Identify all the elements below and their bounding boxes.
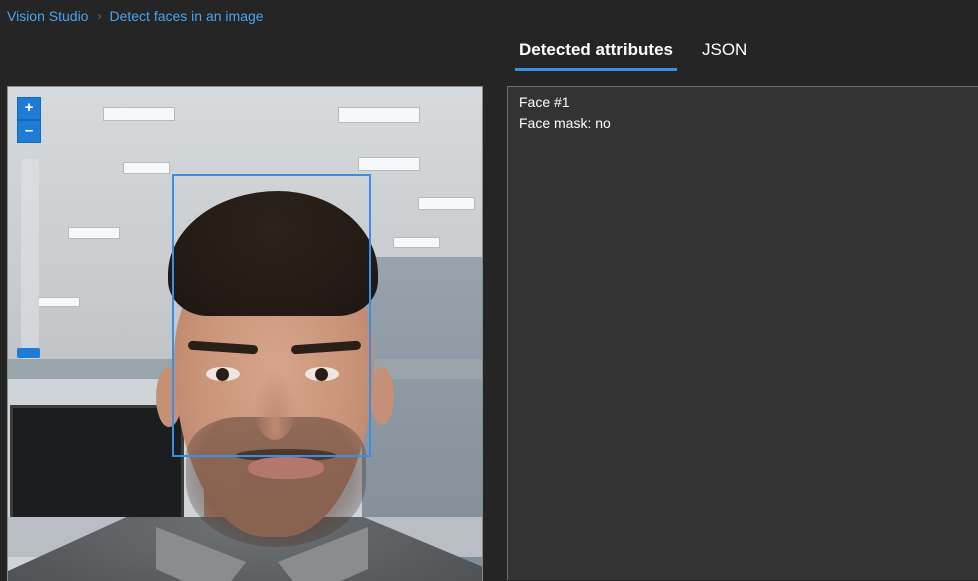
ceiling-light [338, 107, 420, 123]
ear [370, 367, 394, 425]
breadcrumb-link-vision-studio[interactable]: Vision Studio [7, 8, 88, 24]
breadcrumb-link-detect-faces[interactable]: Detect faces in an image [109, 8, 263, 24]
tab-detected-attributes[interactable]: Detected attributes [515, 38, 677, 71]
detected-attributes-panel: Face #1 Face mask: no [507, 86, 978, 580]
ceiling-light [358, 157, 420, 171]
breadcrumb: Vision Studio › Detect faces in an image [7, 8, 264, 24]
face-mask-attribute: Face mask: no [519, 115, 611, 131]
result-tabs: Detected attributes JSON [515, 38, 751, 71]
face-bounding-box[interactable] [172, 174, 371, 457]
zoom-in-button[interactable]: + [17, 97, 41, 120]
ceiling-light [393, 237, 440, 248]
tab-json[interactable]: JSON [698, 38, 751, 68]
chevron-right-icon: › [97, 9, 102, 23]
zoom-out-button[interactable]: – [17, 120, 41, 143]
image-viewer[interactable]: + – [7, 86, 483, 581]
ceiling-light [38, 297, 80, 307]
zoom-slider-track[interactable] [21, 159, 39, 359]
monitor [10, 405, 184, 529]
ceiling-light [418, 197, 475, 210]
ceiling-light [123, 162, 170, 174]
lips [248, 457, 324, 479]
ceiling-light [68, 227, 120, 239]
face-title: Face #1 [519, 94, 570, 110]
ceiling-light [103, 107, 175, 121]
zoom-slider-thumb[interactable] [17, 348, 40, 358]
